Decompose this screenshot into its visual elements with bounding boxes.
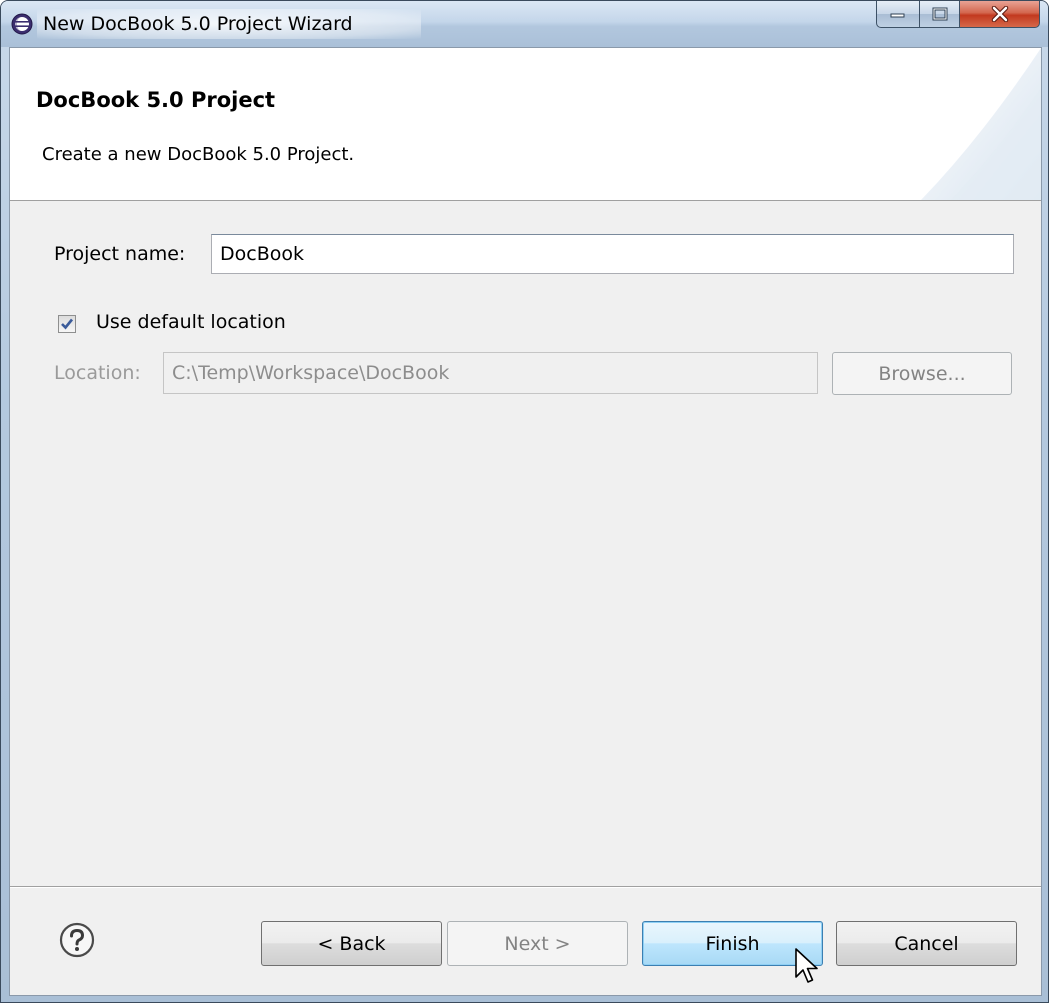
maximize-icon — [932, 7, 947, 21]
minimize-button[interactable] — [876, 1, 920, 28]
use-default-location-label[interactable]: Use default location — [96, 311, 286, 333]
wizard-banner: DocBook 5.0 Project Create a new DocBook… — [10, 48, 1041, 201]
location-input[interactable]: C:\Temp\Workspace\DocBook — [163, 352, 818, 394]
wizard-window: New DocBook 5.0 Project Wizard DocBook 5… — [0, 0, 1049, 1003]
eclipse-icon — [11, 13, 33, 35]
use-default-location-checkbox[interactable] — [58, 315, 76, 333]
wizard-client-area: DocBook 5.0 Project Create a new DocBook… — [9, 47, 1042, 996]
checkmark-icon — [61, 318, 74, 330]
project-name-input[interactable]: DocBook — [211, 234, 1014, 274]
window-title: New DocBook 5.0 Project Wizard — [43, 13, 353, 35]
mouse-pointer-icon — [795, 948, 818, 983]
project-name-label: Project name: — [54, 243, 186, 265]
caption-buttons — [876, 1, 1040, 29]
location-label: Location: — [54, 362, 141, 384]
banner-decoration — [921, 48, 1041, 200]
footer-separator — [10, 886, 1041, 888]
minimize-icon — [890, 13, 905, 18]
next-button[interactable]: Next > — [447, 921, 628, 966]
browse-button[interactable]: Browse... — [832, 352, 1012, 395]
help-icon[interactable] — [59, 922, 95, 958]
page-description: Create a new DocBook 5.0 Project. — [42, 144, 355, 165]
cancel-button[interactable]: Cancel — [836, 921, 1017, 966]
close-button[interactable] — [960, 1, 1040, 28]
back-button[interactable]: < Back — [261, 921, 442, 966]
maximize-button[interactable] — [920, 1, 960, 28]
title-bar[interactable]: New DocBook 5.0 Project Wizard — [1, 1, 1048, 47]
page-title: DocBook 5.0 Project — [36, 88, 276, 112]
close-icon — [991, 6, 1008, 22]
